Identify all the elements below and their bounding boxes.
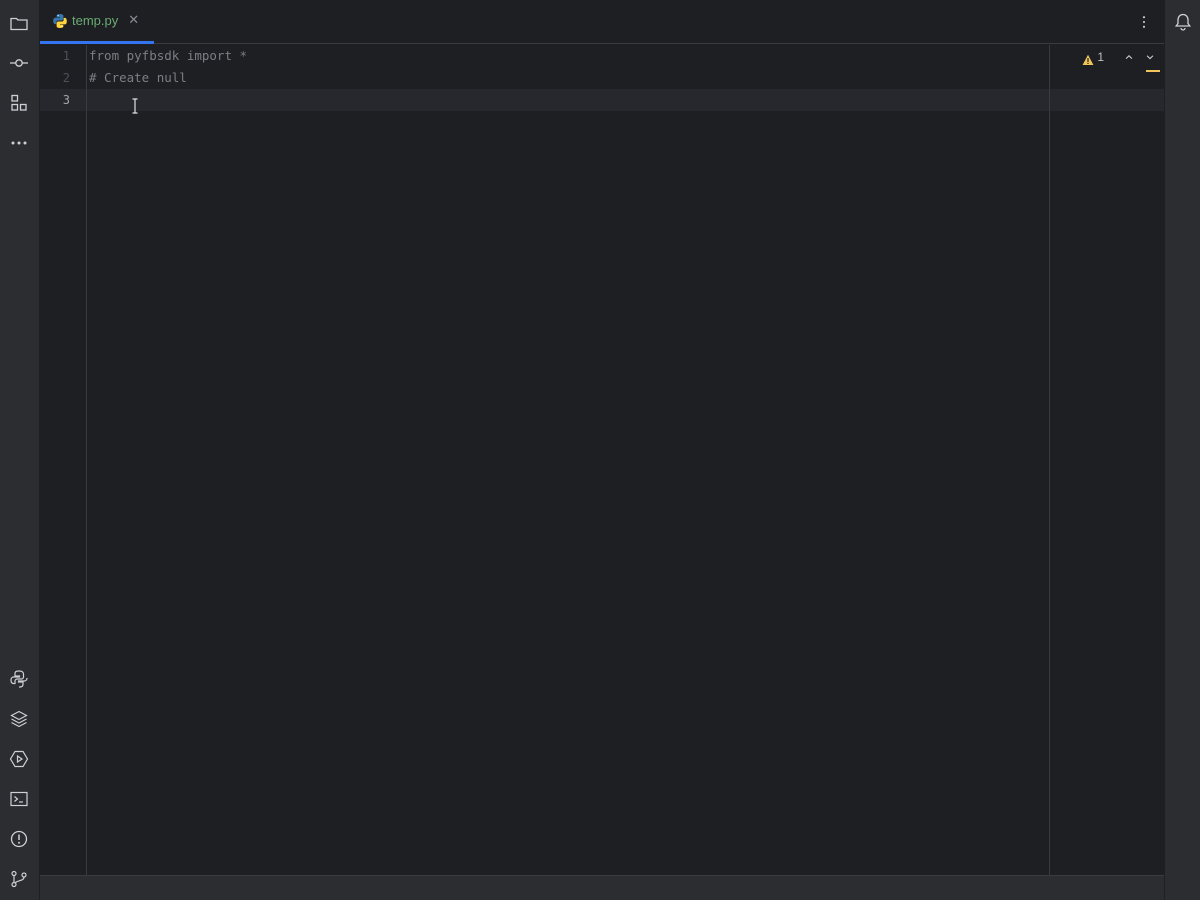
tab-label: temp.py	[72, 13, 119, 28]
layers-icon[interactable]	[7, 707, 31, 731]
code-line[interactable]: from pyfbsdk import *	[89, 45, 247, 67]
line-number: 3	[62, 93, 70, 107]
code-line[interactable]: # Create null	[89, 67, 187, 89]
chevron-down-icon[interactable]	[1144, 51, 1156, 63]
current-line-highlight	[40, 89, 1164, 111]
line-number: 2	[62, 71, 70, 85]
git-icon[interactable]	[7, 867, 31, 891]
left-toolbar	[0, 0, 40, 900]
editor-tab-bar: temp.py ✕	[40, 0, 1164, 44]
project-folder-icon[interactable]	[7, 11, 31, 35]
more-tools-icon[interactable]	[7, 131, 31, 155]
warning-stripe-marker[interactable]	[1146, 70, 1160, 72]
chevron-up-icon[interactable]	[1123, 51, 1135, 63]
ide-window: temp.py ✕ 1 2 3 from pyfbsdk import * # …	[0, 0, 1200, 900]
tab-temp-py[interactable]: temp.py ✕	[40, 0, 154, 44]
python-icon	[52, 13, 68, 29]
problems-icon[interactable]	[7, 827, 31, 851]
bell-icon[interactable]	[1172, 11, 1194, 33]
structure-icon[interactable]	[7, 91, 31, 115]
python-console-icon[interactable]	[7, 667, 31, 691]
line-number-gutter: 1 2 3	[40, 45, 87, 875]
close-icon[interactable]: ✕	[128, 14, 139, 27]
status-bar	[40, 875, 1164, 900]
i-beam-cursor-icon	[131, 98, 139, 114]
warning-count[interactable]: 1	[1097, 50, 1104, 64]
inspections-widget[interactable]: 1	[1082, 49, 1156, 65]
line-number: 1	[62, 49, 70, 63]
terminal-icon[interactable]	[7, 787, 31, 811]
right-toolbar	[1164, 0, 1200, 900]
right-margin-guide	[1049, 45, 1050, 875]
code-editor[interactable]: 1 2 3 from pyfbsdk import * # Create nul…	[40, 45, 1164, 875]
commit-icon[interactable]	[7, 51, 31, 75]
services-icon[interactable]	[7, 747, 31, 771]
warning-icon	[1082, 51, 1094, 65]
tab-options-icon[interactable]	[1136, 12, 1152, 32]
